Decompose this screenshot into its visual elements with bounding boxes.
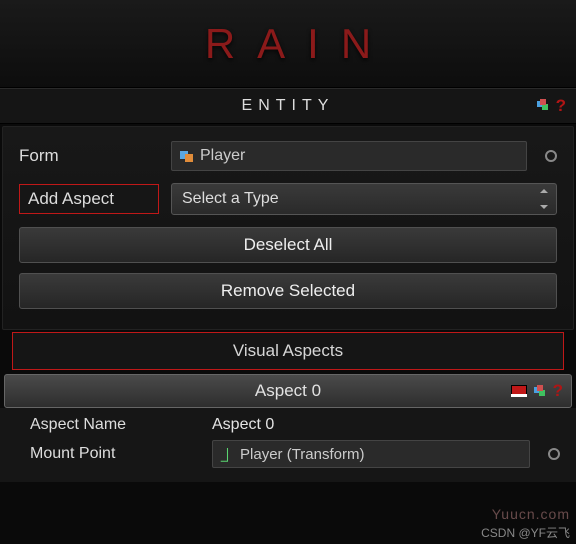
aspect-item-title: Aspect 0 bbox=[255, 381, 321, 401]
mount-point-value: Player (Transform) bbox=[240, 446, 364, 463]
aspect-color-icon[interactable] bbox=[511, 385, 527, 397]
add-aspect-value: Select a Type bbox=[182, 190, 279, 208]
gameobject-icon bbox=[180, 149, 194, 163]
form-object-picker[interactable] bbox=[545, 150, 557, 162]
transform-icon: ⏌ bbox=[221, 445, 234, 464]
add-aspect-select[interactable]: Select a Type bbox=[171, 183, 557, 215]
app-title: RAIN bbox=[183, 20, 393, 68]
form-label: Form bbox=[19, 146, 159, 166]
visual-aspects-header: Visual Aspects bbox=[12, 332, 564, 370]
entity-title: ENTITY bbox=[242, 97, 335, 115]
help-icon[interactable]: ? bbox=[553, 381, 563, 401]
aspect-item-header[interactable]: Aspect 0 ? bbox=[4, 374, 572, 408]
watermark: Yuucn.com bbox=[492, 506, 570, 522]
aspect-name-value[interactable]: Aspect 0 bbox=[212, 416, 274, 434]
deselect-all-button[interactable]: Deselect All bbox=[19, 227, 557, 263]
form-value: Player bbox=[200, 147, 245, 165]
aspect-name-label: Aspect Name bbox=[30, 416, 200, 434]
add-aspect-label: Add Aspect bbox=[19, 184, 159, 214]
mount-point-object-picker[interactable] bbox=[548, 448, 560, 460]
help-icon[interactable]: ? bbox=[556, 96, 566, 116]
component-icon[interactable] bbox=[533, 384, 547, 398]
remove-selected-button[interactable]: Remove Selected bbox=[19, 273, 557, 309]
mount-point-field[interactable]: ⏌ Player (Transform) bbox=[212, 440, 530, 468]
form-field[interactable]: Player bbox=[171, 141, 527, 171]
credit: CSDN @YF云飞 bbox=[481, 524, 570, 541]
entity-panel: Form Player Add Aspect Select a Type Des… bbox=[2, 126, 574, 330]
component-icon[interactable] bbox=[536, 99, 550, 113]
aspect-item-body: Aspect Name Aspect 0 Mount Point ⏌ Playe… bbox=[0, 408, 576, 482]
entity-section-header: ENTITY ? bbox=[0, 88, 576, 124]
app-banner: RAIN bbox=[0, 0, 576, 88]
mount-point-label: Mount Point bbox=[30, 445, 200, 463]
